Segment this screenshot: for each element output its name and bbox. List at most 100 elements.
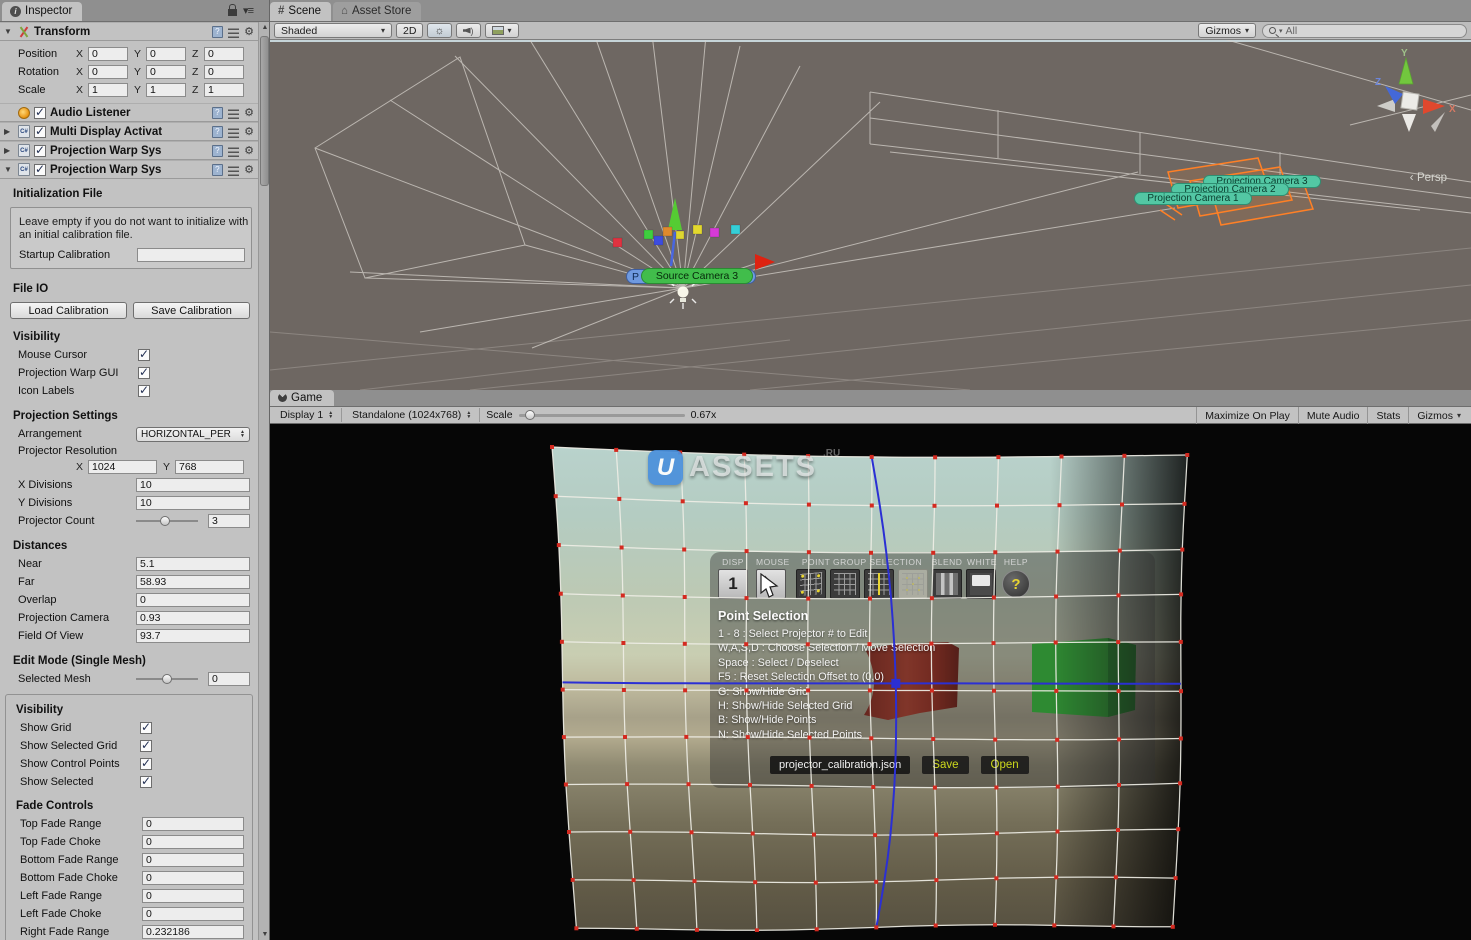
scale-y-field[interactable]: 1 — [146, 83, 186, 97]
scale-slider[interactable] — [519, 414, 685, 417]
show-grid-checkbox[interactable] — [140, 722, 152, 734]
effects-dropdown-button[interactable] — [485, 23, 519, 38]
startup-calibration-field[interactable] — [137, 248, 245, 262]
source-camera-label[interactable]: Source Camera 3 — [641, 268, 753, 284]
audio-toggle-button[interactable]: ) — [456, 23, 481, 38]
lighting-toggle-button[interactable]: ☼ — [427, 23, 451, 38]
open-button[interactable]: Open — [981, 756, 1029, 774]
help-doc-icon[interactable] — [212, 145, 223, 157]
shading-mode-dropdown[interactable]: Shaded ▾ — [274, 23, 392, 38]
slider-thumb[interactable] — [160, 516, 170, 526]
scale-x-field[interactable]: 1 — [88, 83, 128, 97]
presets-icon[interactable] — [228, 28, 239, 38]
right-fade-range-field[interactable]: 0.232186 — [142, 925, 244, 939]
icon-labels-checkbox[interactable] — [138, 385, 150, 397]
help-button[interactable]: ? — [1002, 570, 1030, 598]
display-number-button[interactable]: 1 — [718, 569, 748, 599]
blend-button[interactable] — [932, 569, 962, 599]
panel-menu-icon[interactable]: ▾≡ — [243, 4, 253, 17]
bottom-fade-range-field[interactable]: 0 — [142, 853, 244, 867]
overlap-field[interactable]: 0 — [136, 593, 250, 607]
component-enabled-checkbox[interactable] — [34, 145, 46, 157]
show-control-points-checkbox[interactable] — [140, 758, 152, 770]
foldout-icon[interactable]: ▼ — [4, 27, 14, 36]
foldout-icon[interactable]: ▼ — [4, 165, 14, 174]
rotation-x-field[interactable]: 0 — [88, 65, 128, 79]
near-field[interactable]: 5.1 — [136, 557, 250, 571]
foldout-icon[interactable]: ▶ — [4, 127, 14, 136]
scale-z-field[interactable]: 1 — [204, 83, 244, 97]
scrollbar-thumb[interactable] — [260, 36, 269, 186]
foldout-icon[interactable]: ▶ — [4, 146, 14, 155]
component-enabled-checkbox[interactable] — [34, 126, 46, 138]
tab-scene[interactable]: # Scene — [270, 2, 331, 21]
tab-inspector[interactable]: i Inspector — [2, 2, 82, 21]
component-header-transform[interactable]: ▼ Transform ⚙ — [0, 22, 258, 41]
presets-icon[interactable] — [228, 109, 239, 119]
presets-icon[interactable] — [228, 147, 239, 157]
save-button[interactable]: Save — [922, 756, 968, 774]
far-field[interactable]: 58.93 — [136, 575, 250, 589]
save-calibration-button[interactable]: Save Calibration — [133, 302, 250, 319]
calibration-filename[interactable]: projector_calibration.json — [770, 756, 910, 774]
gear-icon[interactable]: ⚙ — [244, 146, 254, 157]
x-divisions-field[interactable]: 10 — [136, 478, 250, 492]
lock-icon[interactable] — [228, 9, 237, 16]
load-calibration-button[interactable]: Load Calibration — [10, 302, 127, 319]
arrangement-dropdown[interactable]: HORIZONTAL_PER — [136, 427, 250, 442]
component-header-projection-warp-2[interactable]: ▼ C# Projection Warp Sys ⚙ — [0, 160, 258, 179]
mouse-cursor-checkbox[interactable] — [138, 349, 150, 361]
select-grid-button[interactable] — [830, 569, 860, 599]
resolution-dropdown[interactable]: Standalone (1024x768) — [348, 408, 480, 422]
scroll-down-icon[interactable]: ▼ — [259, 929, 270, 940]
gear-icon[interactable]: ⚙ — [244, 127, 254, 138]
projection-camera-1-label[interactable]: Projection Camera 1 — [1134, 192, 1252, 205]
component-enabled-checkbox[interactable] — [34, 107, 46, 119]
top-fade-choke-field[interactable]: 0 — [142, 835, 244, 849]
projection-camera-field[interactable]: 0.93 — [136, 611, 250, 625]
show-selected-checkbox[interactable] — [140, 776, 152, 788]
resolution-x-field[interactable]: 1024 — [88, 460, 157, 474]
left-fade-range-field[interactable]: 0 — [142, 889, 244, 903]
scene-viewport[interactable]: P m Source Camera 3 Projection Camera 3 … — [270, 40, 1471, 390]
help-doc-icon[interactable] — [212, 107, 223, 119]
tab-game[interactable]: Game — [270, 390, 334, 406]
stats-button[interactable]: Stats — [1367, 407, 1408, 424]
component-header-projection-warp-1[interactable]: ▶ C# Projection Warp Sys ⚙ — [0, 141, 258, 160]
scene-gizmos-dropdown[interactable]: Gizmos — [1198, 23, 1256, 38]
selected-mesh-field[interactable]: 0 — [208, 672, 250, 686]
position-z-field[interactable]: 0 — [204, 47, 244, 61]
view-orientation-gizmo[interactable]: Y Z X — [1369, 46, 1461, 156]
top-fade-range-field[interactable]: 0 — [142, 817, 244, 831]
rotation-z-field[interactable]: 0 — [204, 65, 244, 79]
position-y-field[interactable]: 0 — [146, 47, 186, 61]
presets-icon[interactable] — [228, 128, 239, 138]
selected-mesh-slider[interactable] — [136, 678, 198, 680]
left-fade-choke-field[interactable]: 0 — [142, 907, 244, 921]
select-warped-grid-button[interactable] — [796, 569, 826, 599]
game-viewport[interactable]: U ASSETS .RU DISP MOUSE POINT GROUP SELE… — [270, 424, 1471, 940]
scene-search-input[interactable]: ▾ All — [1262, 24, 1467, 38]
help-doc-icon[interactable] — [212, 164, 223, 176]
field-of-view-field[interactable]: 93.7 — [136, 629, 250, 643]
projection-warp-gui-checkbox[interactable] — [138, 367, 150, 379]
gear-icon[interactable]: ⚙ — [244, 27, 254, 38]
help-doc-icon[interactable] — [212, 126, 223, 138]
gear-icon[interactable]: ⚙ — [244, 165, 254, 176]
bottom-fade-choke-field[interactable]: 0 — [142, 871, 244, 885]
component-header-multi-display[interactable]: ▶ C# Multi Display Activat ⚙ — [0, 122, 258, 141]
maximize-on-play-button[interactable]: Maximize On Play — [1196, 407, 1298, 424]
scroll-up-icon[interactable]: ▲ — [259, 22, 270, 33]
perspective-mode-label[interactable]: Persp — [1410, 170, 1447, 184]
display-dropdown[interactable]: Display 1 — [276, 408, 342, 422]
y-divisions-field[interactable]: 10 — [136, 496, 250, 510]
component-enabled-checkbox[interactable] — [34, 164, 46, 176]
projector-count-field[interactable]: 3 — [208, 514, 250, 528]
rotation-y-field[interactable]: 0 — [146, 65, 186, 79]
game-gizmos-dropdown[interactable]: Gizmos▾ — [1408, 407, 1469, 424]
projector-count-slider[interactable] — [136, 520, 198, 522]
slider-thumb[interactable] — [162, 674, 172, 684]
select-column-button[interactable] — [864, 569, 894, 599]
resolution-y-field[interactable]: 768 — [175, 460, 244, 474]
select-points-button[interactable] — [898, 569, 928, 599]
